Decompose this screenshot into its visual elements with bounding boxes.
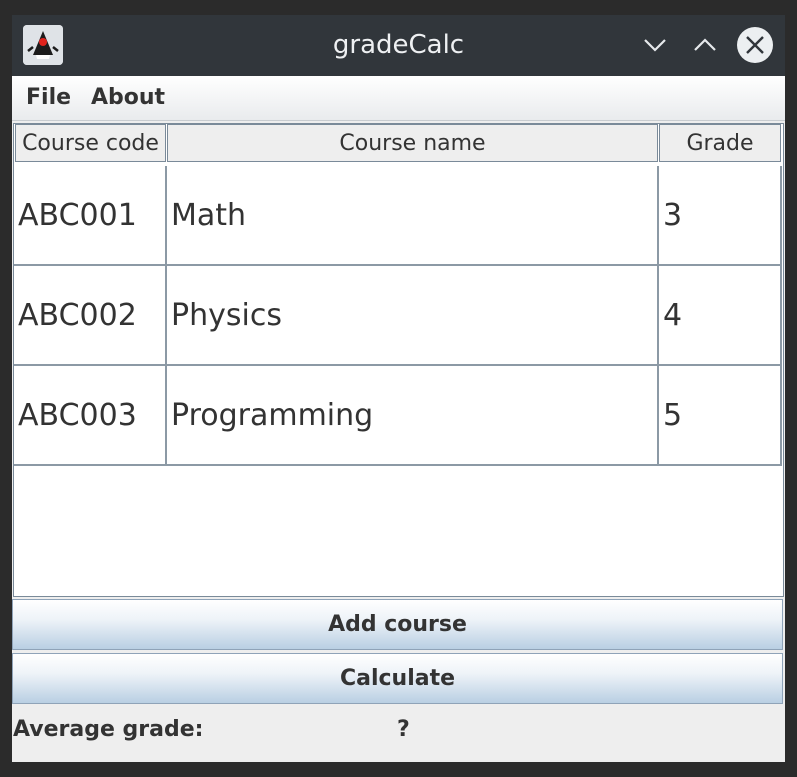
maximize-button[interactable] [687,27,723,63]
add-course-button[interactable]: Add course [12,599,783,650]
cell-course-name[interactable]: Programming [167,366,659,466]
minimize-button[interactable] [637,27,673,63]
table-row[interactable]: ABC001 Math 3 [14,166,782,266]
table-header: Course code Course name Grade [14,124,783,164]
app-window: gradeCalc File About Course code Course … [12,15,785,762]
cell-grade[interactable]: 5 [659,366,782,466]
table-row[interactable]: ABC002 Physics 4 [14,266,782,366]
chevron-down-icon [644,39,666,52]
title-bar[interactable]: gradeCalc [12,15,785,76]
column-header-grade[interactable]: Grade [659,124,781,162]
average-grade-value: ? [397,717,410,742]
table-row[interactable]: ABC003 Programming 5 [14,366,782,466]
cell-course-code[interactable]: ABC003 [14,366,167,466]
cell-grade[interactable]: 4 [659,266,782,366]
cell-course-code[interactable]: ABC001 [14,166,167,266]
cell-course-code[interactable]: ABC002 [14,266,167,366]
close-icon [746,36,764,54]
average-grade-label: Average grade: [13,717,204,742]
cell-grade[interactable]: 3 [659,166,782,266]
menu-about[interactable]: About [91,76,165,120]
column-header-course-code[interactable]: Course code [15,124,166,162]
close-button[interactable] [737,27,773,63]
column-header-course-name[interactable]: Course name [167,124,658,162]
menu-bar: File About [12,76,785,121]
calculate-button[interactable]: Calculate [12,653,783,704]
cell-course-name[interactable]: Physics [167,266,659,366]
menu-file[interactable]: File [26,76,71,120]
chevron-up-icon [694,38,716,51]
courses-table[interactable]: Course code Course name Grade ABC001 Mat… [13,123,784,597]
cell-course-name[interactable]: Math [167,166,659,266]
